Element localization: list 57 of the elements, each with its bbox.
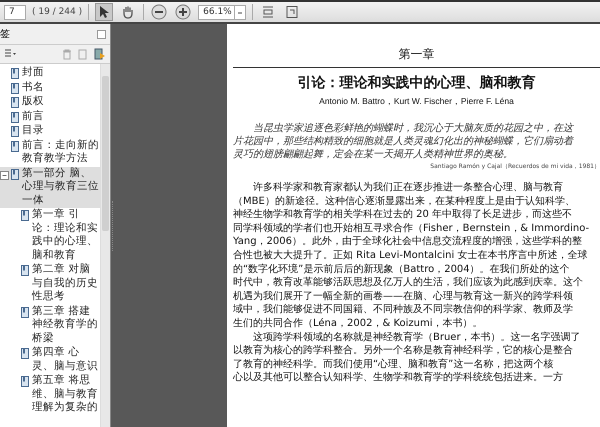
bookmark-item[interactable]: 第一部分 脑、心理与教育三位一体: [0, 166, 100, 208]
bookmark-item[interactable]: 第五章 将思维、脑与教育理解为复杂的: [0, 374, 100, 416]
chapter-title: 引论：理论和实践中的心理、脑和教育: [296, 74, 536, 92]
bookmark-item[interactable]: 前言：走向新的教育教学方法: [0, 138, 100, 166]
bookmark-icon: [11, 110, 20, 122]
authors: Antonio M. Battro，Kurt W. Fischer，Pierre F. Léna: [318, 96, 515, 108]
zoom-in-icon[interactable]: [174, 3, 192, 21]
bookmark-icon: [11, 138, 20, 152]
bookmark-item[interactable]: 目录: [0, 124, 100, 138]
bookmark-icon: [21, 208, 30, 221]
body-text-line: 这项跨学科领域的名称就是神经教育学（Bruer，本书）。这一名字强调了: [252, 330, 582, 344]
body-text-line: 的“数字化环境”是示前后后的新现象（Battro，2004）。在我们所处的这个: [233, 262, 571, 276]
body-text-line: 以教育为核心的跨学科整合。另外一个名称是教育神经科学，它的核心是整合: [233, 344, 574, 358]
zoom-out-icon[interactable]: [150, 3, 168, 21]
collapse-icon[interactable]: [0, 170, 9, 180]
scrollbar[interactable]: [100, 64, 110, 427]
bookmark-icon: [11, 95, 20, 108]
body-text-line: （MBE）的新途径。这种信心逐渐显露出来，在某种程度上是由于认知科学、: [233, 194, 576, 208]
body-text-line: 合性也被大大提升了。正如 Rita Levi-Montalcini 女士在本书序言中所述，全球: [233, 248, 588, 263]
bookmark-item[interactable]: 第四章 心灵、脑与意识: [0, 346, 100, 374]
bookmark-icon: [21, 374, 30, 387]
body-text-line: 神经生物学和教育学的相关学科在过去的 20 年中取得了长足进步，而这些不: [233, 208, 574, 222]
expand-bookmark-icon[interactable]: [94, 48, 106, 60]
bookmark-item[interactable]: 第二章 对脑与自我的历史性思考: [0, 263, 100, 304]
body-text-line: 心以及其他可以整合认知科学、生物学和教育学的学科统统包括进来。一方: [233, 371, 564, 385]
epigraph-line: 当昆虫学家追逐色彩鲜艳的蝴蝶时，我沉心于大脑灰质的花园之中，在这: [252, 122, 575, 135]
bookmark-item[interactable]: 版权: [0, 95, 100, 110]
page-count: ( 19 / 244 ): [32, 7, 82, 17]
body-text-line: 同学科领域的学者们也开始相互寻求合作（Fisher，Bernstein，& Immordino-: [233, 222, 590, 236]
body-text-line: Yang，2006）。此外，由于全球化社会中信息交流程度的增强，这些学科的整: [233, 235, 583, 249]
bookmark-icon: [11, 80, 20, 94]
body-text-line: 生们的共同合作（Léna，2002，& Koizumi，本书）。: [233, 316, 484, 331]
bookmark-icon: [21, 346, 30, 359]
bookmark-icon: [21, 304, 30, 318]
bookmark-icon: [11, 166, 20, 180]
body-text-line: 了教育的神经科学。而我们使用“心理、脑和教育”这一名称，把这两个核: [233, 358, 554, 372]
bookmark-item[interactable]: 封面: [0, 66, 100, 80]
bookmark-item[interactable]: 第三章 搭建神经教育学的桥梁: [0, 304, 100, 346]
epigraph-line: 片花园中，那些结构精致的细胞就是人类灵魂幻化出的神秘蝴蝶，它们扇动着: [233, 135, 575, 148]
chapter-number: 第一章: [233, 46, 600, 68]
options-icon[interactable]: [4, 49, 16, 59]
bookmark-item[interactable]: 书名: [0, 80, 100, 95]
body-text-line: 时代中，教育改革能够活跃思想及亿万人的生活，我们应该为此感到庆幸。这个: [233, 276, 584, 290]
panel-title: 签: [0, 28, 10, 41]
body-text-line: 许多科学家和教育家都认为我们正在逐步推进一条整合心理、脑与教育: [252, 181, 564, 195]
close-icon[interactable]: [97, 30, 106, 38]
bookmark-item[interactable]: 前言: [0, 110, 100, 124]
bookmark-icon: [11, 124, 20, 137]
epigraph-line: 灵巧的翅膀翩翩起舞，定会在某一天揭开人类精神世界的奥秘。: [233, 148, 514, 161]
select-tool-icon[interactable]: [95, 3, 114, 21]
zoom-field[interactable]: 66.1%: [198, 4, 246, 20]
body-text-line: 机遇为我们展开了一幅全新的画卷——在脑、心理与教育这一新兴的跨学科领: [233, 290, 574, 304]
bookmark-item[interactable]: 第一章 引论：理论和实践中的心理、脑和教育: [0, 208, 100, 263]
page-number-field[interactable]: 7: [4, 4, 26, 20]
body-text-line: 域中，我们能够促进不同国籍、不同种族及不同宗教信仰的科学家、教师及学: [233, 303, 574, 317]
bookmark-icon: [11, 66, 20, 79]
bookmark-icon: [21, 263, 30, 276]
